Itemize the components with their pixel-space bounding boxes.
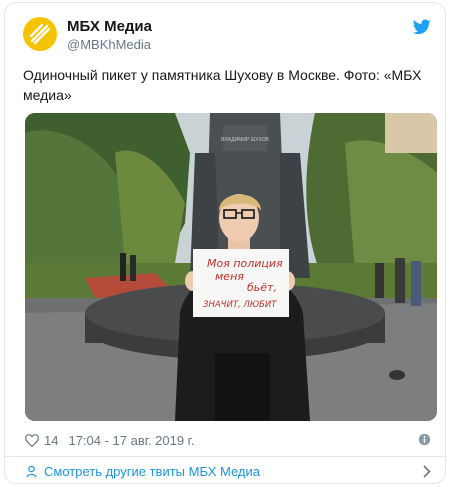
- sign-line-3: бьёт,: [247, 281, 277, 294]
- chevron-right-icon[interactable]: [423, 465, 431, 478]
- author-display-name[interactable]: МБХ Медиа: [67, 18, 152, 36]
- author-handle[interactable]: @MBKhMedia: [67, 36, 152, 53]
- heart-icon[interactable]: [25, 433, 39, 447]
- sign-line-1: Моя полиция: [207, 257, 283, 270]
- person-icon: [26, 465, 37, 477]
- info-icon[interactable]: [418, 433, 431, 446]
- more-tweets-link[interactable]: Смотреть другие твиты МБХ Медиа: [5, 457, 445, 483]
- mbh-media-logo-icon: [29, 23, 51, 45]
- monument-plaque: ВЛАДИМИР ШУХОВ: [221, 137, 269, 143]
- twitter-bird-icon[interactable]: [413, 19, 431, 35]
- like-count[interactable]: 14: [44, 433, 58, 448]
- tweet-photo[interactable]: ВЛАДИМИР ШУХОВ Моя полиция меня бьёт, ЗН…: [25, 113, 437, 421]
- avatar[interactable]: [23, 17, 57, 51]
- tweet-meta: 14 17:04 - 17 авг. 2019 г.: [25, 431, 431, 449]
- sign-line-4: ЗНАЧИТ, ЛЮБИТ: [203, 300, 277, 310]
- more-tweets-label[interactable]: Смотреть другие твиты МБХ Медиа: [44, 464, 260, 479]
- sign-line-2: меня: [215, 270, 244, 283]
- author-names[interactable]: МБХ Медиа @MBKhMedia: [67, 18, 152, 53]
- tweet-header: МБХ Медиа @MBKhMedia: [23, 17, 431, 57]
- embedded-tweet-card: МБХ Медиа @MBKhMedia Одиночный пикет у п…: [4, 2, 446, 484]
- protest-photo: ВЛАДИМИР ШУХОВ Моя полиция меня бьёт, ЗН…: [25, 113, 437, 421]
- tweet-text: Одиночный пикет у памятника Шухову в Мос…: [23, 67, 422, 103]
- tweet-timestamp[interactable]: 17:04 - 17 авг. 2019 г.: [68, 433, 194, 448]
